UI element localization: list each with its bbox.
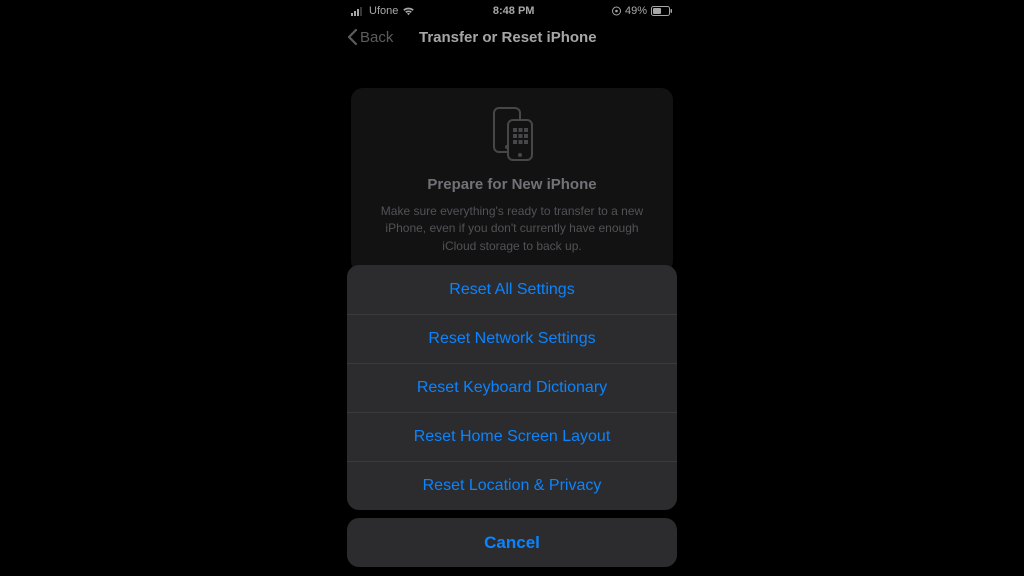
prepare-description: Make sure everything's ready to transfer… (367, 203, 657, 255)
chevron-left-icon (347, 28, 358, 46)
prepare-title: Prepare for New iPhone (367, 176, 657, 193)
sheet-item-label: Reset All Settings (449, 281, 574, 299)
sheet-item-label: Reset Home Screen Layout (414, 428, 611, 446)
reset-all-settings-button[interactable]: Reset All Settings (347, 265, 677, 314)
cancel-label: Cancel (484, 533, 540, 553)
action-sheet: Reset All Settings Reset Network Setting… (347, 265, 677, 567)
sheet-item-label: Reset Network Settings (428, 330, 595, 348)
sheet-item-label: Reset Keyboard Dictionary (417, 379, 607, 397)
battery-pct-label: 49% (625, 6, 647, 17)
action-sheet-options: Reset All Settings Reset Network Setting… (347, 265, 677, 510)
reset-keyboard-dictionary-button[interactable]: Reset Keyboard Dictionary (347, 363, 677, 412)
back-button[interactable]: Back (347, 28, 393, 46)
phones-transfer-icon (367, 106, 657, 162)
cancel-button[interactable]: Cancel (347, 518, 677, 567)
signal-bars-icon (351, 6, 365, 16)
prepare-card: Prepare for New iPhone Make sure everyth… (351, 88, 673, 273)
reset-home-screen-layout-button[interactable]: Reset Home Screen Layout (347, 412, 677, 461)
reset-location-privacy-button[interactable]: Reset Location & Privacy (347, 461, 677, 510)
wifi-icon (402, 6, 415, 16)
page-title: Transfer or Reset iPhone (419, 29, 597, 46)
status-bar: Ufone 8:48 PM (341, 2, 683, 20)
sheet-item-label: Reset Location & Privacy (423, 477, 602, 495)
battery-icon (651, 6, 673, 16)
location-lock-icon (612, 6, 621, 16)
nav-bar: Back Transfer or Reset iPhone (341, 20, 683, 54)
clock-label: 8:48 PM (493, 5, 535, 17)
reset-network-settings-button[interactable]: Reset Network Settings (347, 314, 677, 363)
back-label: Back (360, 29, 393, 46)
carrier-label: Ufone (369, 6, 398, 17)
